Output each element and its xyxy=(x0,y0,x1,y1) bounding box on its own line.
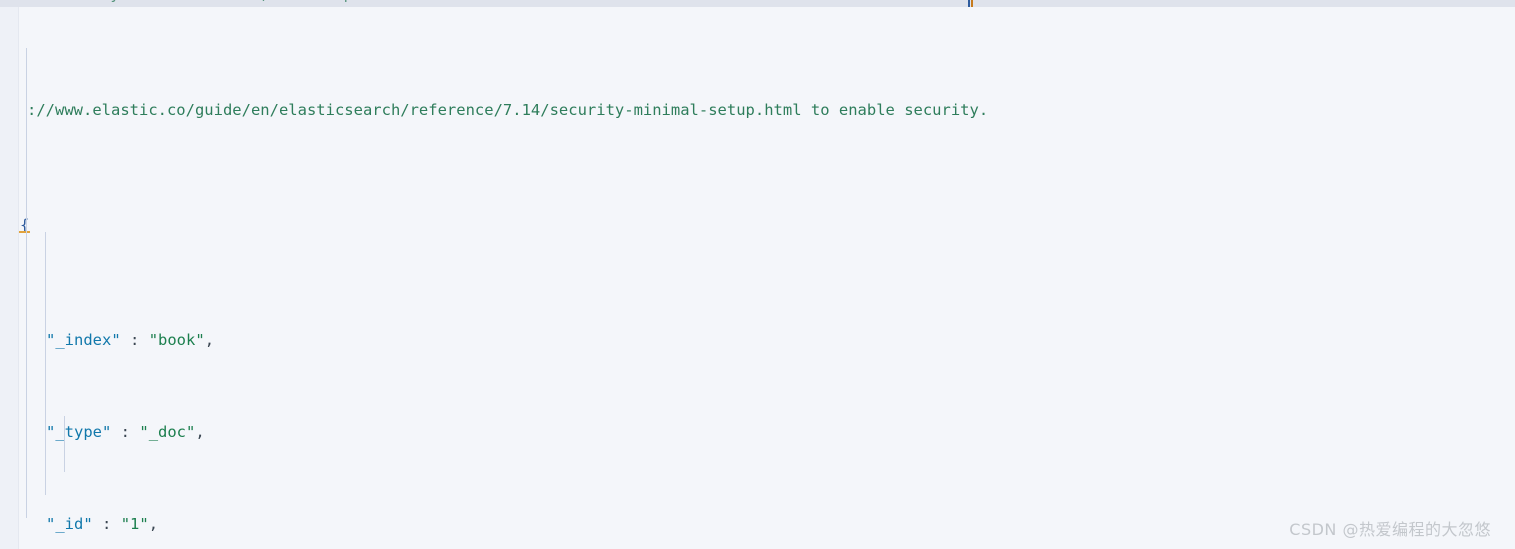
field-colon: : xyxy=(102,515,112,533)
text-caret xyxy=(968,0,970,7)
clipped-line-text: security is not enabled, see https xyxy=(45,0,362,6)
indent-guide-level-1 xyxy=(26,48,27,518)
indent-guide-level-2 xyxy=(45,232,46,495)
gutter-separator xyxy=(18,7,19,549)
field-key: "_id" xyxy=(46,515,93,533)
field-_id: "_id" : "1", xyxy=(0,513,1515,536)
json-response-viewer: security is not enabled, see https ://ww… xyxy=(0,0,1515,549)
editor-gutter xyxy=(0,7,18,549)
clipped-previous-line: security is not enabled, see https xyxy=(0,0,1515,7)
field-value: "book" xyxy=(148,331,205,349)
field-comma: , xyxy=(148,515,159,533)
console-notice-text: ://www.elastic.co/guide/en/elasticsearch… xyxy=(27,101,989,119)
root-open-brace: { xyxy=(20,216,30,234)
field-value: "_doc" xyxy=(139,423,196,441)
root-open-line: { xyxy=(0,214,1515,237)
console-notice-line: ://www.elastic.co/guide/en/elasticsearch… xyxy=(0,99,1515,122)
code-body[interactable]: ://www.elastic.co/guide/en/elasticsearch… xyxy=(0,7,1515,549)
field-key: "_type" xyxy=(46,423,112,441)
field-_index: "_index" : "book", xyxy=(0,329,1515,352)
field-comma: , xyxy=(204,331,215,349)
field-colon: : xyxy=(130,331,140,349)
field-_type: "_type" : "_doc", xyxy=(0,421,1515,444)
field-colon: : xyxy=(120,423,131,441)
text-caret-secondary xyxy=(971,0,973,7)
indent-guide-level-3 xyxy=(64,416,65,472)
field-key: "_index" xyxy=(46,331,121,349)
field-value: "1" xyxy=(120,515,149,533)
csdn-watermark: CSDN @热爱编程的大忽悠 xyxy=(1289,520,1491,539)
field-comma: , xyxy=(195,423,205,441)
